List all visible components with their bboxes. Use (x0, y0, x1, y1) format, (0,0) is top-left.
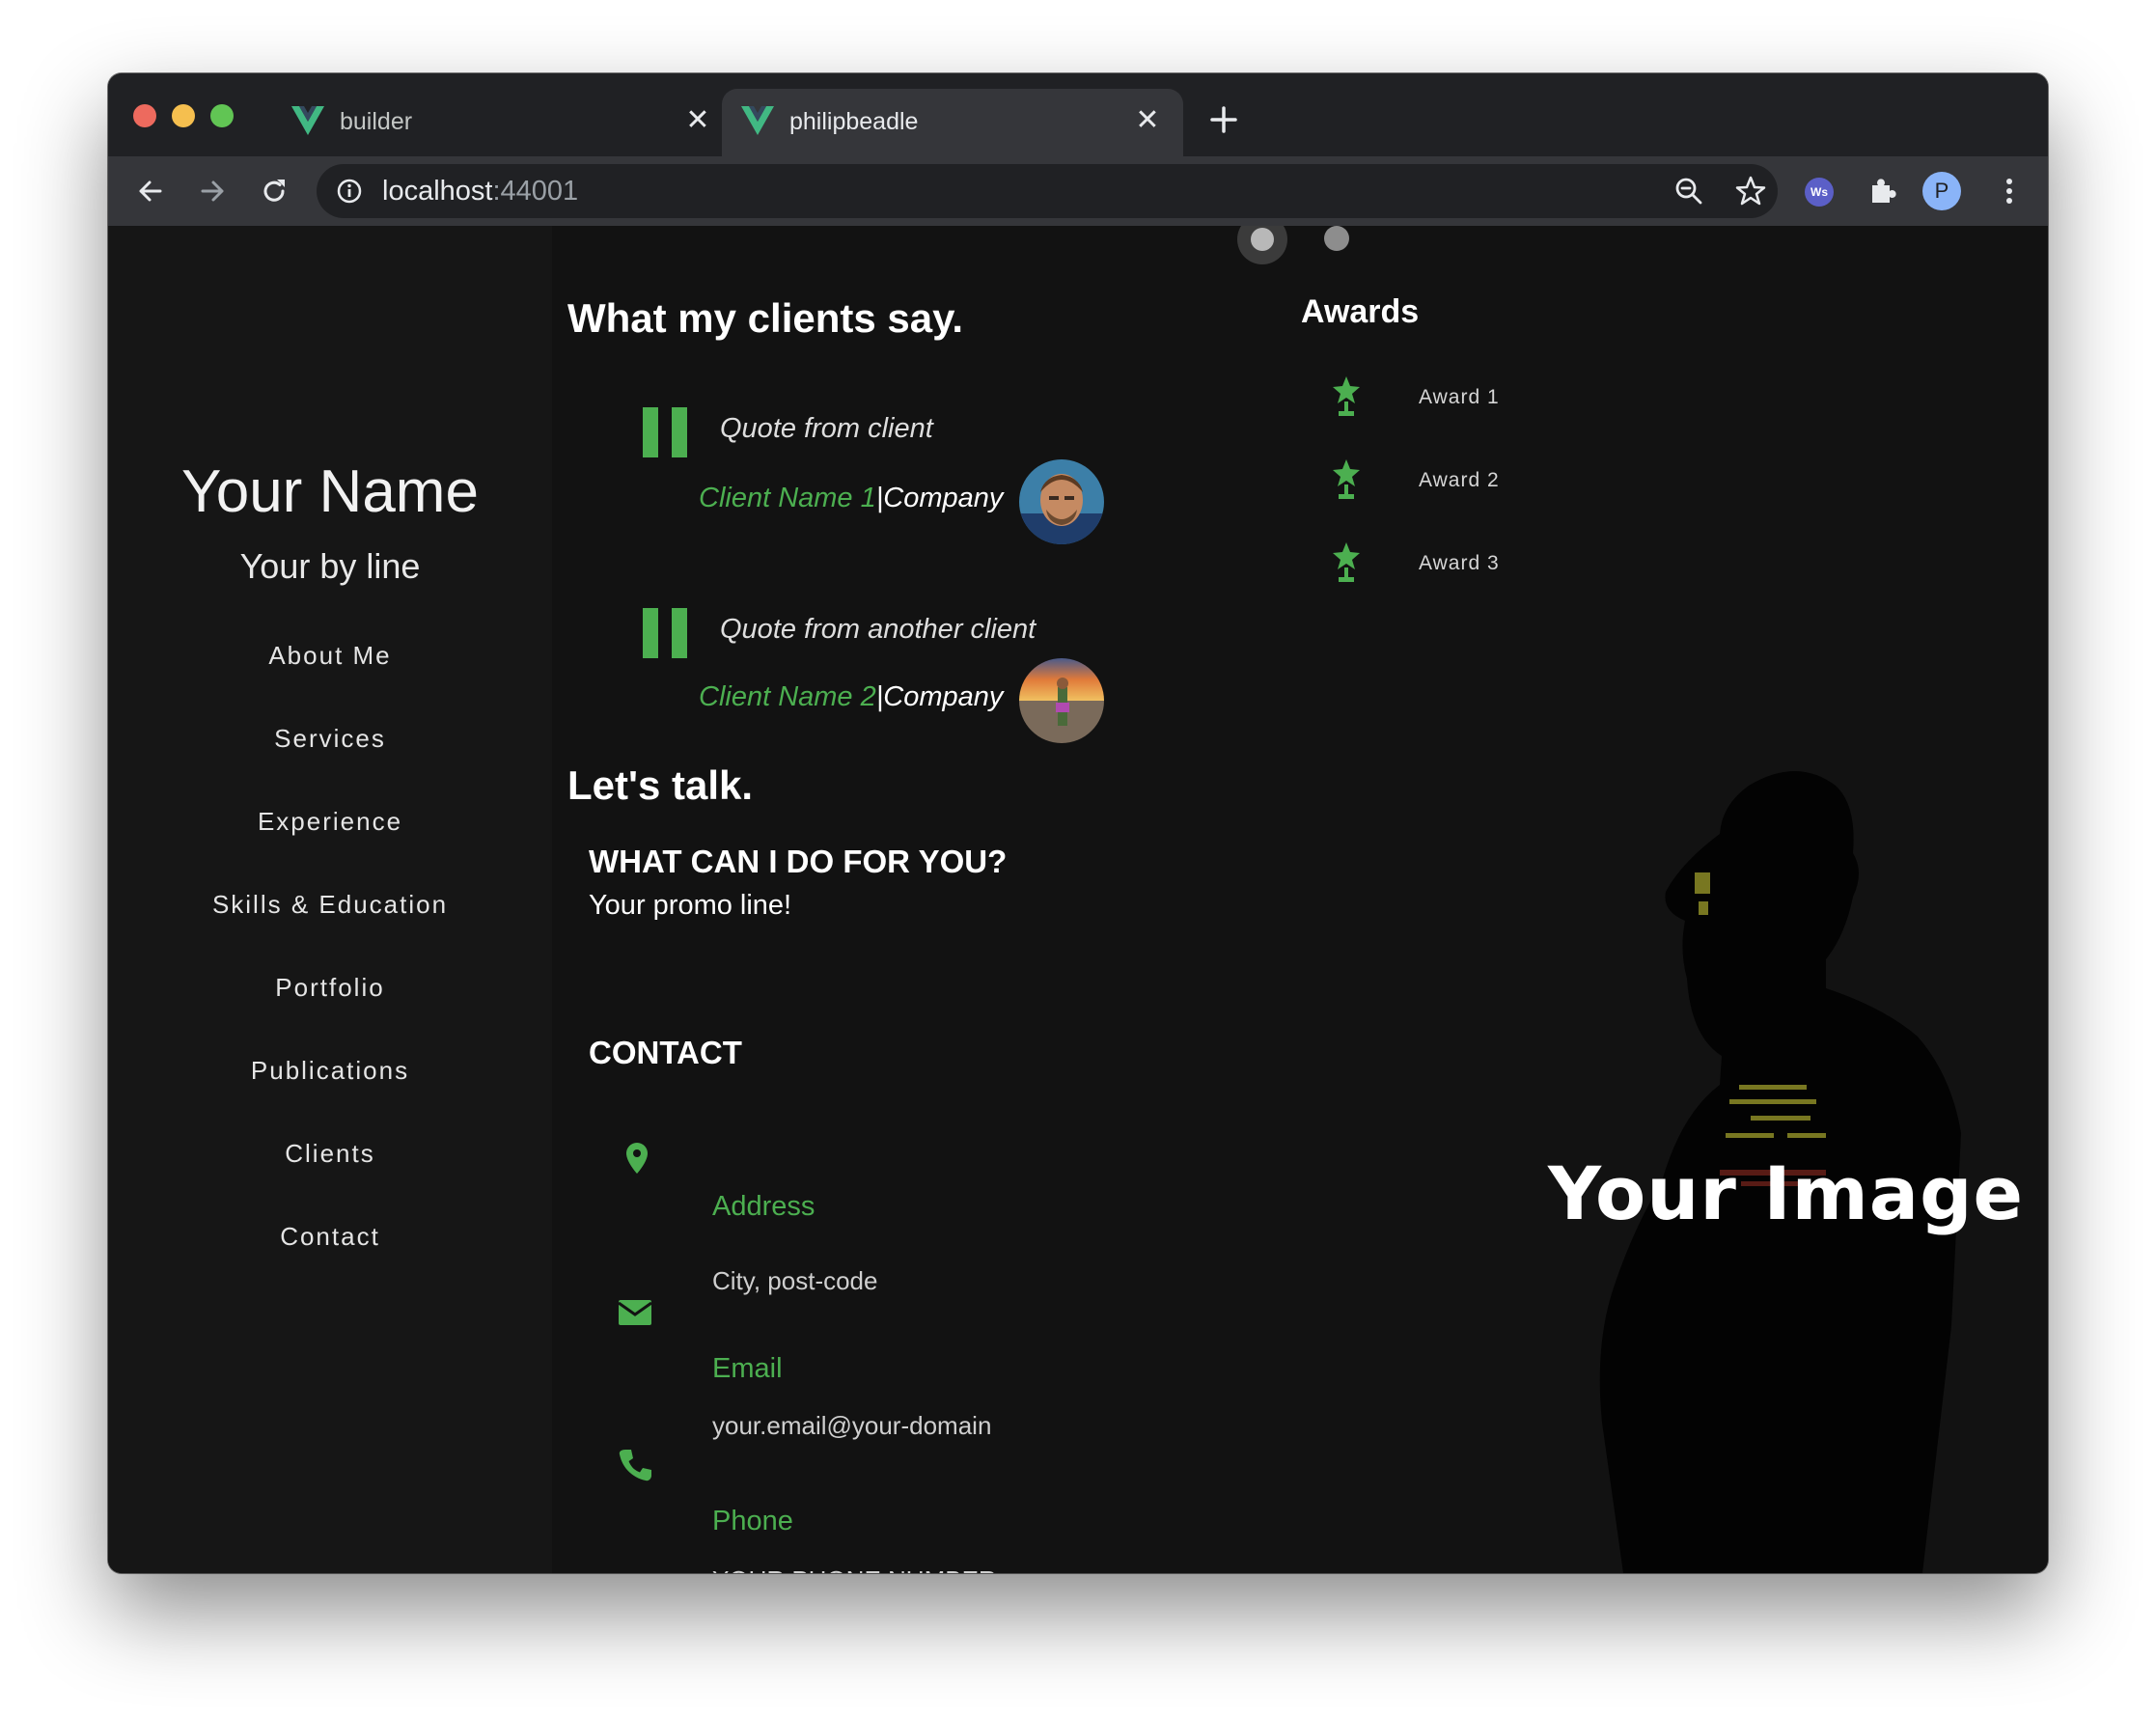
extensions-puzzle-icon[interactable] (1865, 174, 1899, 208)
maximize-window-button[interactable] (210, 104, 234, 127)
sidebar-nav: About Me Services Experience Skills & Ed… (108, 639, 552, 1303)
client-avatar (1019, 459, 1104, 544)
tab-philipbeadle[interactable]: philipbeadle ✕ (722, 89, 1183, 156)
site-info-icon[interactable] (336, 178, 363, 205)
close-tab-icon[interactable]: ✕ (1133, 106, 1162, 135)
award-label: Award 1 (1419, 386, 1500, 408)
nav-experience[interactable]: Experience (108, 805, 552, 888)
nav-about-me[interactable]: About Me (108, 639, 552, 722)
promo-heading: WHAT CAN I DO FOR YOU? (589, 844, 1008, 879)
back-icon[interactable] (133, 174, 168, 208)
email-label: Email (712, 1353, 783, 1384)
phone-icon (619, 1450, 651, 1481)
trophy-star-icon (1333, 542, 1360, 582)
promo-line: Your promo line! (589, 890, 792, 921)
browser-toolbar: localhost:44001 Ws P (108, 156, 2048, 226)
byline: Your by line (239, 546, 421, 586)
testimonial-quote: Quote from client (720, 413, 933, 444)
carousel-dot-active[interactable] (1237, 226, 1287, 264)
testimonial-client: Client Name 1|Company (699, 483, 1004, 513)
award-label: Award 2 (1419, 469, 1500, 491)
contact-heading: CONTACT (589, 1035, 742, 1070)
quote-icon (643, 407, 687, 457)
nav-portfolio[interactable]: Portfolio (108, 971, 552, 1054)
nav-services[interactable]: Services (108, 722, 552, 805)
client-avatar (1019, 658, 1104, 743)
address-label: Address (712, 1191, 815, 1222)
award-label: Award 3 (1419, 552, 1500, 574)
sidebar: Your Name Your by line About Me Services… (108, 226, 552, 1573)
site-owner-name: Your Name (181, 458, 479, 525)
email-icon (618, 1300, 652, 1325)
phone-value[interactable]: YOUR PHONE NUMBER (712, 1565, 997, 1573)
testimonial-quote: Quote from another client (720, 614, 1037, 645)
trophy-star-icon (1333, 459, 1360, 499)
bookmark-star-icon[interactable] (1733, 174, 1768, 208)
close-tab-icon[interactable]: ✕ (683, 106, 712, 135)
nav-clients[interactable]: Clients (108, 1137, 552, 1220)
minimize-window-button[interactable] (172, 104, 195, 127)
tab-strip: builder ✕ philipbeadle ✕ (108, 73, 2048, 156)
awards-heading: Awards (1301, 293, 1420, 330)
address-value: City, post-code (712, 1266, 878, 1295)
carousel-dot[interactable] (1324, 226, 1349, 251)
vue-logo-icon (291, 106, 324, 135)
tab-builder[interactable]: builder ✕ (272, 89, 733, 156)
clients-heading: What my clients say. (567, 295, 964, 341)
browser-window: builder ✕ philipbeadle ✕ localhost:44001… (108, 73, 2048, 1573)
page-content: Your Name Your by line About Me Services… (108, 226, 2048, 1573)
nav-publications[interactable]: Publications (108, 1054, 552, 1137)
close-window-button[interactable] (133, 104, 156, 127)
forward-icon[interactable] (195, 174, 230, 208)
vue-logo-icon (741, 106, 774, 135)
trophy-star-icon (1333, 376, 1360, 416)
testimonial-client: Client Name 2|Company (699, 681, 1004, 712)
address-bar[interactable]: localhost:44001 (317, 164, 1778, 218)
extension-ws-icon[interactable]: Ws (1805, 178, 1834, 207)
profile-avatar[interactable]: P (1922, 172, 1961, 210)
url-text: localhost:44001 (382, 176, 579, 207)
phone-label: Phone (712, 1506, 793, 1536)
reload-icon[interactable] (257, 174, 291, 208)
nav-skills-education[interactable]: Skills & Education (108, 888, 552, 971)
hero-image-caption: Your Image (1548, 1150, 2025, 1236)
nav-contact[interactable]: Contact (108, 1220, 552, 1303)
tab-title: builder (340, 108, 413, 135)
menu-dots-icon[interactable] (1992, 174, 2027, 208)
location-pin-icon (626, 1143, 648, 1174)
quote-icon (643, 608, 687, 658)
lets-talk-heading: Let's talk. (567, 762, 754, 808)
zoom-icon[interactable] (1672, 174, 1706, 208)
email-value[interactable]: your.email@your-domain (712, 1411, 991, 1441)
tab-title: philipbeadle (789, 108, 919, 135)
new-tab-icon[interactable] (1206, 102, 1241, 137)
